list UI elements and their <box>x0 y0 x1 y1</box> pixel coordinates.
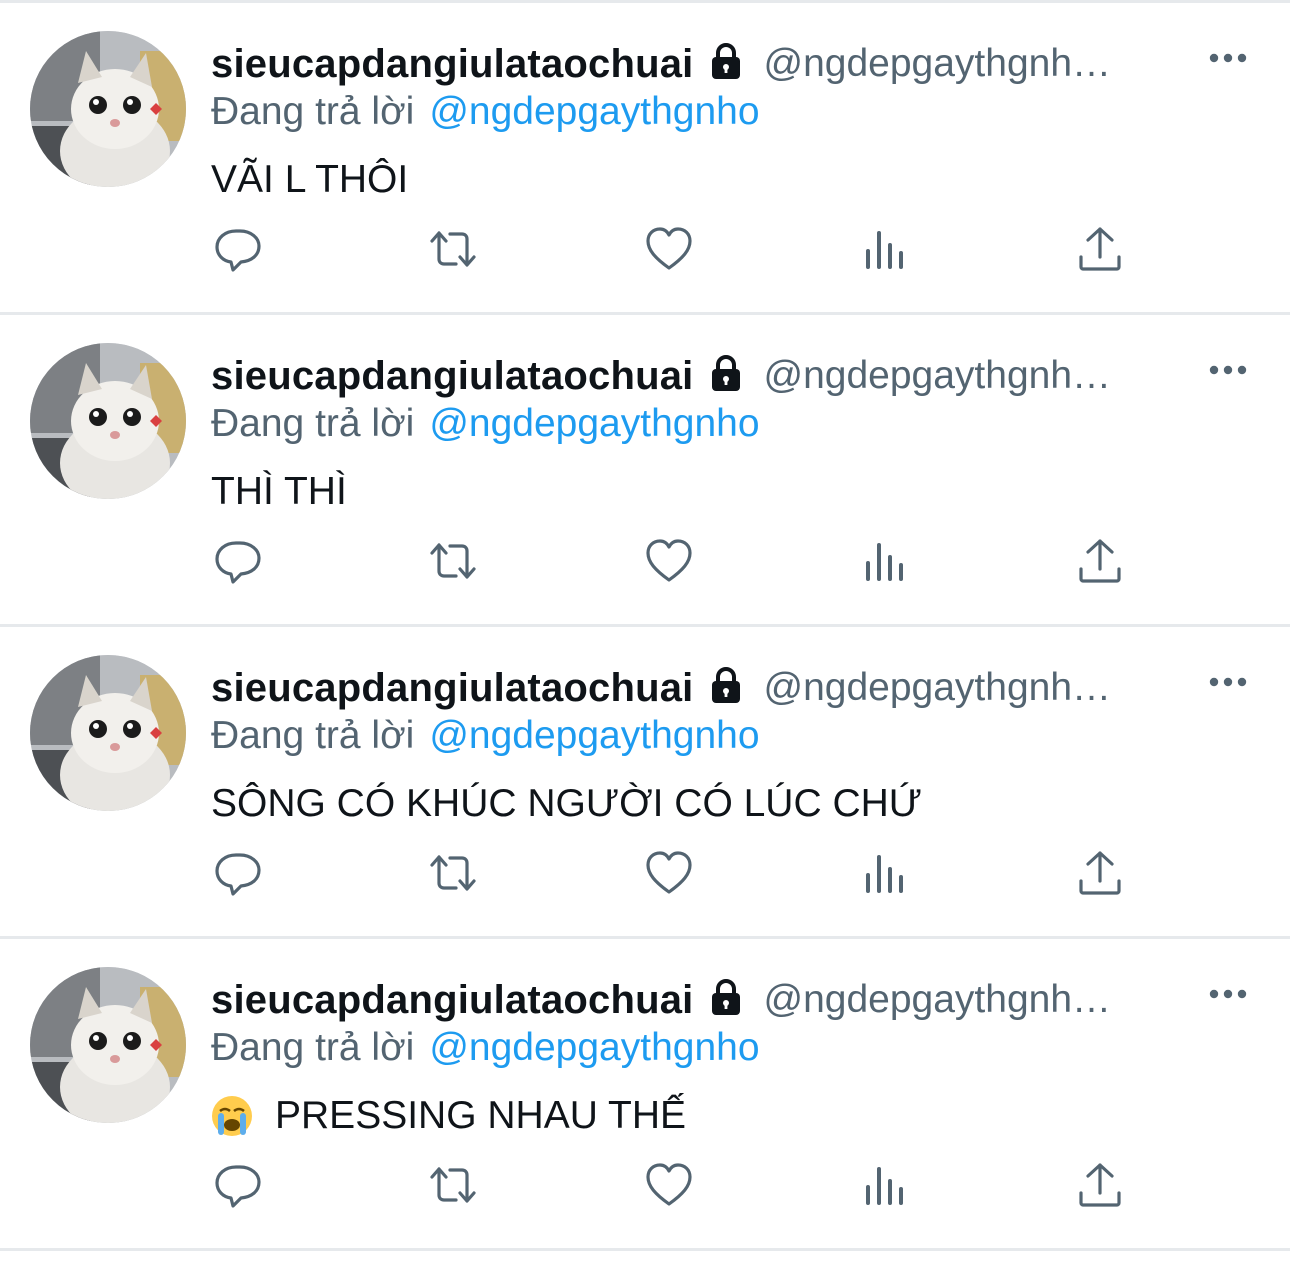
reply-prefix: Đang trả lời <box>211 402 415 445</box>
like-icon <box>643 1159 695 1211</box>
reply-button[interactable] <box>208 1155 268 1215</box>
reply-icon <box>212 847 264 899</box>
reply-context: Đang trả lời @ngdepgaythgnho <box>211 1023 760 1073</box>
tweet-header: sieucapdangiulataochuai @ngdepgaythgnh… <box>211 351 1211 401</box>
like-icon <box>643 847 695 899</box>
avatar[interactable] <box>30 31 186 187</box>
reply-button[interactable] <box>208 531 268 591</box>
display-name[interactable]: sieucapdangiulataochuai <box>211 354 694 399</box>
retweet-button[interactable] <box>423 1155 483 1215</box>
views-button[interactable] <box>855 843 915 903</box>
views-icon <box>859 223 911 275</box>
tweet-text: SÔNG CÓ KHÚC NGƯỜI CÓ LÚC CHỨ <box>211 779 922 829</box>
tweet-text-content: PRESSING NHAU THẾ <box>275 1094 687 1137</box>
more-options-icon[interactable] <box>1206 979 1250 1009</box>
tweet-header: sieucapdangiulataochuai @ngdepgaythgnh… <box>211 663 1211 713</box>
user-handle[interactable]: @ngdepgaythgnh… <box>764 354 1112 398</box>
more-options-icon[interactable] <box>1206 355 1250 385</box>
views-button[interactable] <box>855 1155 915 1215</box>
views-button[interactable] <box>855 531 915 591</box>
like-button[interactable] <box>639 1155 699 1215</box>
views-icon <box>859 847 911 899</box>
reply-button[interactable] <box>208 843 268 903</box>
like-button[interactable] <box>639 843 699 903</box>
more-options-icon[interactable] <box>1206 43 1250 73</box>
user-handle[interactable]: @ngdepgaythgnh… <box>764 42 1112 86</box>
tweet-text-content: THÌ THÌ <box>211 470 347 513</box>
like-button[interactable] <box>639 531 699 591</box>
reply-prefix: Đang trả lời <box>211 90 415 133</box>
reply-context: Đang trả lời @ngdepgaythgnho <box>211 711 760 761</box>
lock-icon <box>706 665 746 705</box>
share-icon <box>1074 223 1126 275</box>
avatar[interactable] <box>30 343 186 499</box>
tweet[interactable]: sieucapdangiulataochuai @ngdepgaythgnh… … <box>0 315 1290 627</box>
share-button[interactable] <box>1070 843 1130 903</box>
more-options-icon[interactable] <box>1206 667 1250 697</box>
retweet-button[interactable] <box>423 843 483 903</box>
display-name[interactable]: sieucapdangiulataochuai <box>211 42 694 87</box>
share-icon <box>1074 847 1126 899</box>
avatar[interactable] <box>30 655 186 811</box>
share-icon <box>1074 535 1126 587</box>
reply-icon <box>212 535 264 587</box>
tweet-text-content: SÔNG CÓ KHÚC NGƯỜI CÓ LÚC CHỨ <box>211 782 923 825</box>
retweet-button[interactable] <box>423 531 483 591</box>
lock-icon <box>706 977 746 1017</box>
reply-prefix: Đang trả lời <box>211 1026 415 1069</box>
tweet-actions <box>0 1155 1290 1215</box>
tweet[interactable]: sieucapdangiulataochuai @ngdepgaythgnh… … <box>0 939 1290 1251</box>
views-icon <box>859 1159 911 1211</box>
tweet-actions <box>0 219 1290 279</box>
reply-target-link[interactable]: @ngdepgaythgnho <box>429 714 759 758</box>
reply-target-link[interactable]: @ngdepgaythgnho <box>429 402 759 446</box>
reply-button[interactable] <box>208 219 268 279</box>
tweet-text: THÌ THÌ <box>211 467 347 517</box>
loudly-crying-face-icon <box>211 1095 253 1137</box>
views-icon <box>859 535 911 587</box>
user-handle[interactable]: @ngdepgaythgnh… <box>764 666 1112 710</box>
reply-target-link[interactable]: @ngdepgaythgnho <box>429 1026 759 1070</box>
share-button[interactable] <box>1070 219 1130 279</box>
lock-icon <box>706 353 746 393</box>
reply-context: Đang trả lời @ngdepgaythgnho <box>211 399 760 449</box>
tweet-header: sieucapdangiulataochuai @ngdepgaythgnh… <box>211 975 1211 1025</box>
tweet-header: sieucapdangiulataochuai @ngdepgaythgnh… <box>211 39 1211 89</box>
reply-icon <box>212 223 264 275</box>
display-name[interactable]: sieucapdangiulataochuai <box>211 666 694 711</box>
tweet-text: PRESSING NHAU THẾ <box>211 1091 686 1141</box>
tweet[interactable]: sieucapdangiulataochuai @ngdepgaythgnh… … <box>0 3 1290 315</box>
user-handle[interactable]: @ngdepgaythgnh… <box>764 978 1112 1022</box>
avatar[interactable] <box>30 967 186 1123</box>
share-button[interactable] <box>1070 1155 1130 1215</box>
tweet-text-content: VÃI L THÔI <box>211 158 409 201</box>
retweet-icon <box>427 847 479 899</box>
share-icon <box>1074 1159 1126 1211</box>
like-button[interactable] <box>639 219 699 279</box>
reply-icon <box>212 1159 264 1211</box>
tweet[interactable]: sieucapdangiulataochuai @ngdepgaythgnh… … <box>0 627 1290 939</box>
tweet-text: VÃI L THÔI <box>211 155 408 205</box>
reply-target-link[interactable]: @ngdepgaythgnho <box>429 90 759 134</box>
retweet-icon <box>427 1159 479 1211</box>
tweet-actions <box>0 531 1290 591</box>
reply-prefix: Đang trả lời <box>211 714 415 757</box>
display-name[interactable]: sieucapdangiulataochuai <box>211 978 694 1023</box>
retweet-button[interactable] <box>423 219 483 279</box>
share-button[interactable] <box>1070 531 1130 591</box>
views-button[interactable] <box>855 219 915 279</box>
retweet-icon <box>427 535 479 587</box>
like-icon <box>643 223 695 275</box>
separator <box>0 1248 1290 1251</box>
retweet-icon <box>427 223 479 275</box>
lock-icon <box>706 41 746 81</box>
tweet-actions <box>0 843 1290 903</box>
reply-context: Đang trả lời @ngdepgaythgnho <box>211 87 760 137</box>
like-icon <box>643 535 695 587</box>
